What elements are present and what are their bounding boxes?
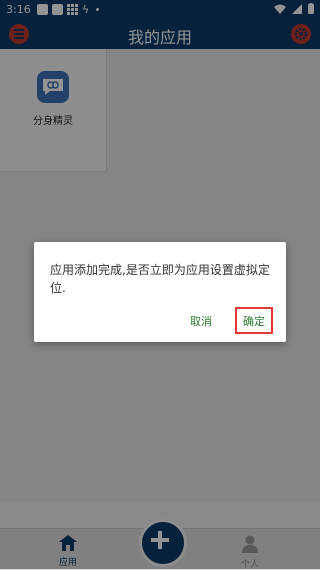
confirm-button[interactable]: 确定 (235, 307, 273, 334)
dialog-message: 应用添加完成,是否立即为应用设置虚拟定位. (50, 263, 270, 295)
cancel-button[interactable]: 取消 (190, 313, 212, 329)
